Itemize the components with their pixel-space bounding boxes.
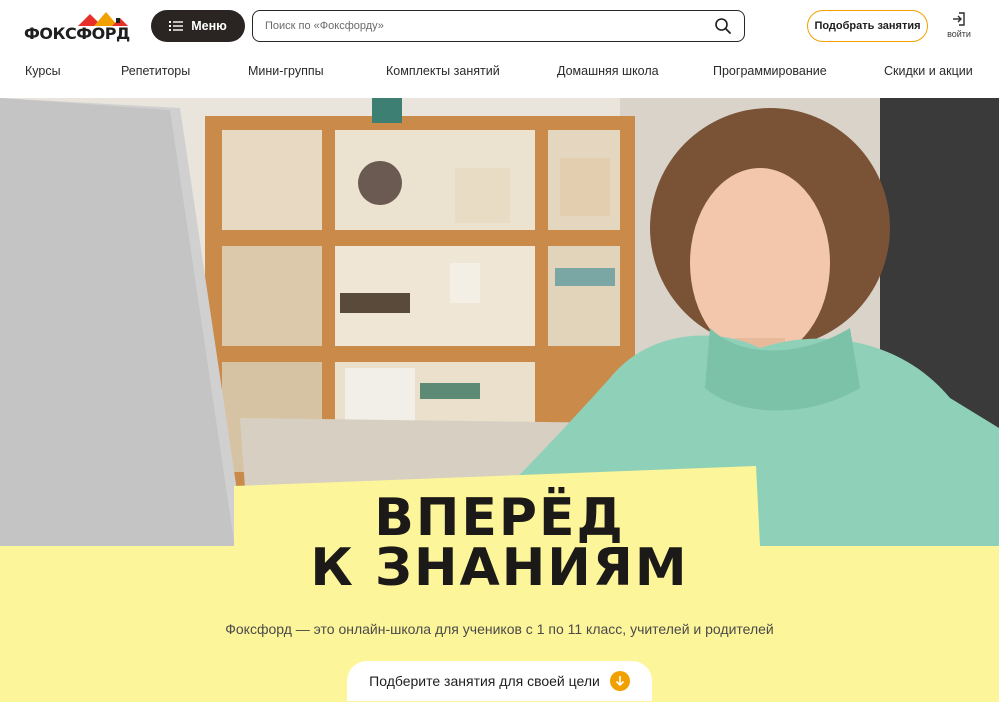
- menu-button-label: Меню: [191, 19, 227, 33]
- hero-yellow-band: [0, 466, 999, 702]
- goal-cta-button[interactable]: Подберите занятия для своей цели: [347, 661, 652, 701]
- site-header: ФОКСФОРД Меню Подобрать занятия войти: [0, 0, 999, 52]
- nav-item-discounts[interactable]: Скидки и акции: [884, 64, 973, 78]
- nav-item-class-packs[interactable]: Комплекты занятий: [386, 64, 500, 78]
- nav-item-courses[interactable]: Курсы: [25, 64, 61, 78]
- main-nav: Курсы Репетиторы Мини-группы Комплекты з…: [0, 52, 999, 98]
- login-icon: [953, 12, 965, 26]
- pick-classes-button[interactable]: Подобрать занятия: [807, 10, 928, 42]
- hero-subtitle: Фоксфорд — это онлайн-школа для учеников…: [225, 621, 774, 637]
- search-icon[interactable]: [714, 17, 732, 35]
- login-button[interactable]: войти: [942, 12, 976, 44]
- nav-item-tutors[interactable]: Репетиторы: [121, 64, 190, 78]
- foxford-logo[interactable]: ФОКСФОРД: [24, 8, 134, 44]
- nav-item-home-school[interactable]: Домашняя школа: [557, 64, 659, 78]
- hero-headline-line2: К ЗНАНИЯМ: [310, 538, 689, 598]
- logo-text: ФОКСФОРД: [24, 24, 130, 43]
- search-input[interactable]: [265, 20, 714, 32]
- menu-button[interactable]: Меню: [151, 10, 245, 42]
- hero-section: ВПЕРЁД К ЗНАНИЯМ Фоксфорд — это онлайн-ш…: [0, 98, 999, 702]
- list-icon: [169, 21, 184, 31]
- nav-item-mini-groups[interactable]: Мини-группы: [248, 64, 324, 78]
- arrow-down-icon: [609, 671, 630, 691]
- cta-label: Подберите занятия для своей цели: [369, 673, 600, 689]
- search-box[interactable]: [252, 10, 745, 42]
- login-label: войти: [947, 29, 971, 39]
- nav-item-programming[interactable]: Программирование: [713, 64, 827, 78]
